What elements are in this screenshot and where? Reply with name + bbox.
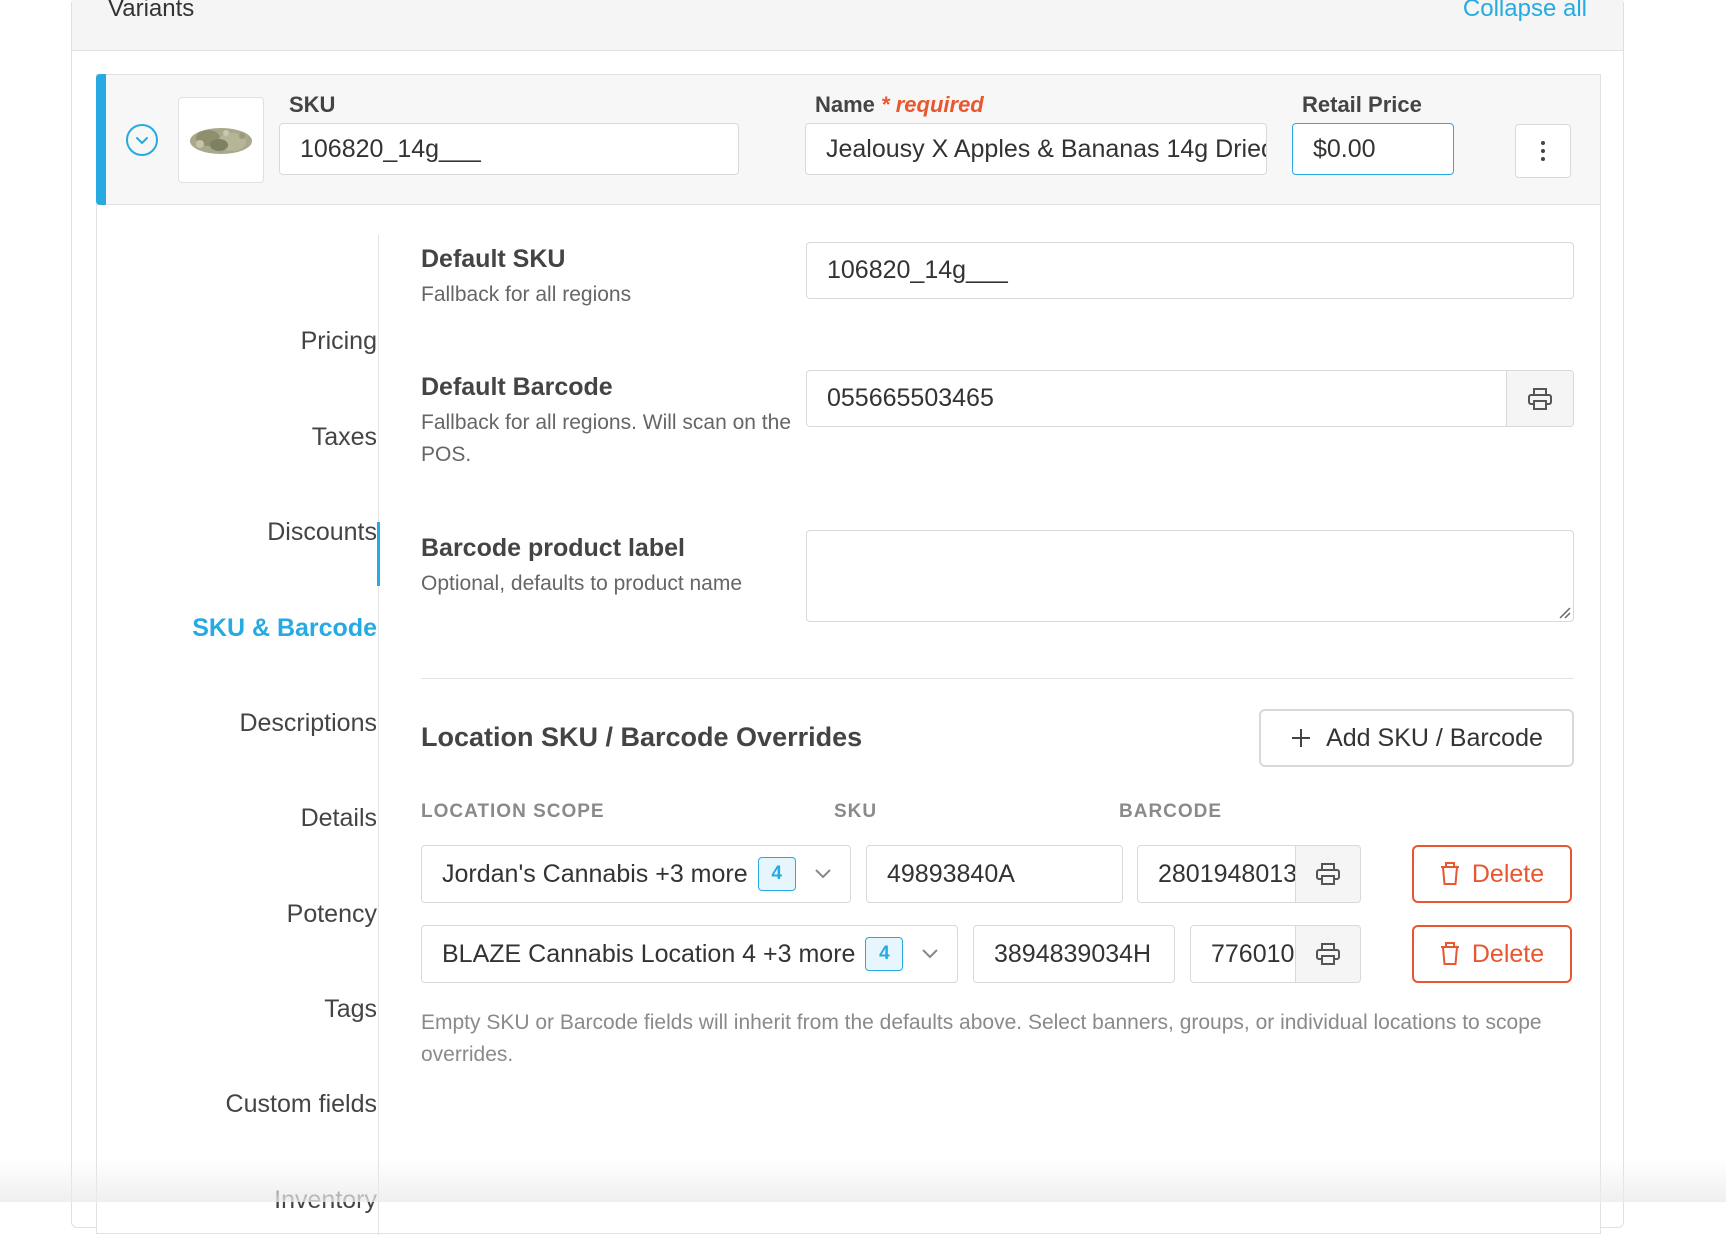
overrides-footnote: Empty SKU or Barcode fields will inherit… — [421, 1011, 1542, 1066]
default-sku-title: Default SKU — [421, 245, 566, 273]
required-indicator: * required — [881, 92, 984, 117]
default-sku-value: 106820_14g___ — [827, 256, 1008, 284]
override-barcode-value: 2801948013( — [1158, 859, 1297, 888]
barcode-label-title: Barcode product label — [421, 534, 685, 562]
add-sku-barcode-label: Add SKU / Barcode — [1326, 723, 1543, 752]
nav-item-pricing[interactable]: Pricing — [301, 327, 377, 356]
sku-input[interactable]: 106820_14g___ — [279, 123, 739, 175]
nav-item-inventory[interactable]: Inventory — [274, 1186, 377, 1215]
print-override-barcode-button[interactable] — [1295, 845, 1361, 903]
nav-item-details[interactable]: Details — [301, 804, 377, 833]
more-vertical-icon — [1541, 141, 1545, 161]
product-thumbnail — [178, 97, 264, 183]
default-sku-help: Fallback for all regions — [421, 283, 632, 306]
override-barcode-value: 776010‹ — [1211, 939, 1297, 968]
nav-item-descriptions[interactable]: Descriptions — [239, 709, 377, 738]
retail-price-input[interactable]: $0.00 — [1292, 123, 1454, 175]
section-divider — [421, 678, 1574, 679]
variants-header: Variants Collapse all — [72, 0, 1623, 51]
retail-price-value: $0.00 — [1313, 134, 1376, 163]
location-scope-value: BLAZE Cannabis Location 4 +3 more — [442, 939, 856, 968]
override-sku-input[interactable]: 49893840A — [866, 845, 1123, 903]
default-barcode-title: Default Barcode — [421, 373, 613, 401]
default-barcode-input[interactable]: 055665503465 — [806, 370, 1508, 427]
location-scope-select[interactable]: Jordan's Cannabis +3 more 4 — [421, 845, 851, 903]
name-input[interactable]: Jealousy X Apples & Bananas 14g Dried F — [805, 123, 1267, 175]
print-barcode-button[interactable] — [1506, 370, 1574, 427]
override-sku-input[interactable]: 3894839034H — [973, 925, 1175, 983]
variant-accent-bar — [96, 74, 106, 205]
variant-header: SKU 106820_14g___ Name * required Jealou… — [96, 74, 1600, 205]
override-sku-value: 49893840A — [887, 859, 1015, 888]
location-scope-value: Jordan's Cannabis +3 more — [442, 859, 748, 888]
name-label: Name * required — [815, 92, 984, 118]
retail-price-label: Retail Price — [1302, 92, 1422, 117]
location-scope-select[interactable]: BLAZE Cannabis Location 4 +3 more 4 — [421, 925, 958, 983]
variants-title: Variants — [108, 0, 195, 22]
chevron-down-icon — [815, 869, 831, 879]
overrides-title: Location SKU / Barcode Overrides — [421, 722, 863, 752]
printer-icon — [1316, 943, 1340, 965]
barcode-label-textarea[interactable] — [806, 530, 1574, 622]
sku-input-value: 106820_14g___ — [300, 134, 481, 163]
chevron-down-icon — [922, 949, 938, 959]
nav-item-potency[interactable]: Potency — [287, 900, 377, 929]
nav-item-discounts[interactable]: Discounts — [267, 518, 377, 547]
column-header-sku: SKU — [834, 801, 878, 822]
more-options-button[interactable] — [1515, 124, 1571, 178]
default-barcode-value: 055665503465 — [827, 384, 994, 412]
nav-item-tags[interactable]: Tags — [324, 995, 377, 1024]
name-label-text: Name — [815, 92, 875, 117]
delete-label: Delete — [1471, 859, 1545, 888]
trash-icon — [1440, 862, 1459, 885]
delete-label: Delete — [1471, 939, 1545, 968]
nav-divider — [378, 235, 379, 1235]
nav-active-indicator — [377, 522, 380, 586]
column-header-barcode: BARCODE — [1119, 801, 1223, 822]
resize-handle-icon[interactable] — [1557, 605, 1571, 619]
nav-item-taxes[interactable]: Taxes — [312, 423, 377, 452]
column-header-location-scope: LOCATION SCOPE — [421, 801, 605, 822]
override-sku-value: 3894839034H — [994, 939, 1152, 968]
barcode-label-help: Optional, defaults to product name — [421, 572, 743, 595]
location-count-badge: 4 — [865, 937, 904, 971]
chevron-down-circle-icon[interactable] — [126, 124, 158, 156]
printer-icon — [1528, 387, 1552, 410]
override-barcode-input[interactable]: 2801948013( — [1137, 845, 1297, 903]
name-input-value: Jealousy X Apples & Bananas 14g Dried F — [826, 134, 1267, 163]
add-sku-barcode-button[interactable]: Add SKU / Barcode — [1259, 709, 1574, 767]
print-override-barcode-button[interactable] — [1295, 925, 1361, 983]
sku-label: SKU — [289, 92, 336, 117]
variant-card: SKU 106820_14g___ Name * required Jealou… — [96, 74, 1601, 1235]
trash-icon — [1440, 942, 1459, 965]
default-sku-input[interactable]: 106820_14g___ — [806, 242, 1574, 299]
default-barcode-help: Fallback for all regions. Will scan on t… — [421, 411, 791, 466]
override-barcode-input[interactable]: 776010‹ — [1190, 925, 1297, 983]
collapse-all-link[interactable]: Collapse all — [1463, 0, 1587, 23]
location-count-badge: 4 — [757, 857, 796, 891]
delete-override-button[interactable]: Delete — [1412, 925, 1572, 983]
nav-item-custom-fields[interactable]: Custom fields — [226, 1090, 377, 1119]
plus-icon — [1292, 729, 1311, 747]
delete-override-button[interactable]: Delete — [1412, 845, 1572, 903]
printer-icon — [1316, 863, 1340, 885]
nav-item-sku-barcode[interactable]: SKU & Barcode — [192, 614, 377, 643]
